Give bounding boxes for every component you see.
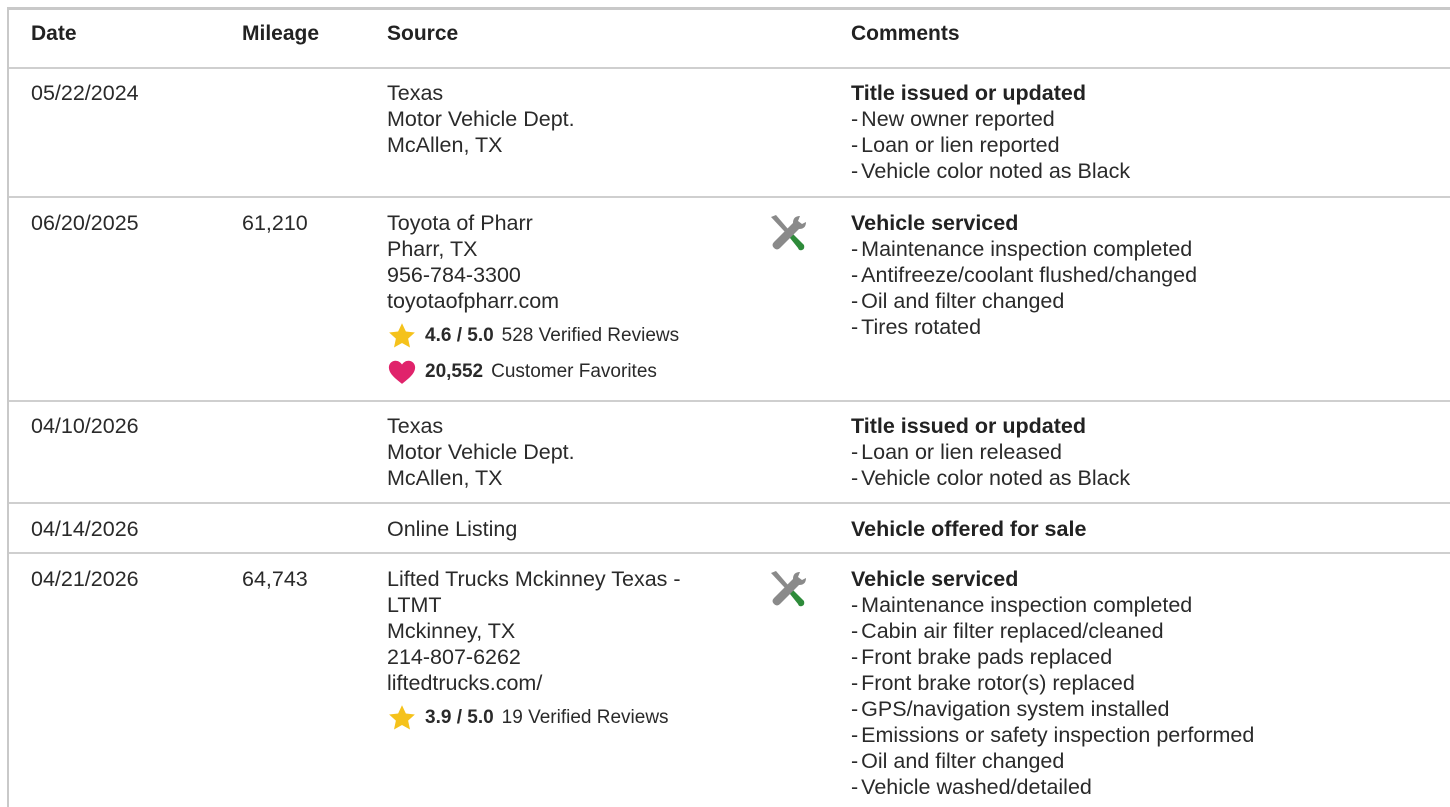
favorites-summary[interactable]: 20,552 Customer Favorites [387, 357, 679, 387]
record-source: Lifted Trucks Mckinney Texas - LTMT Mcki… [387, 566, 681, 733]
rating-reviews: 528 Verified Reviews [501, 325, 680, 346]
record-date: 06/20/2025 [31, 211, 139, 235]
comment-item: GPS/navigation system installed [851, 696, 1254, 722]
source-line: Motor Vehicle Dept. [387, 440, 575, 464]
record-date: 04/10/2026 [31, 414, 139, 438]
comment-title: Title issued or updated [851, 81, 1086, 105]
source-line: LTMT [387, 593, 442, 617]
source-line: Texas [387, 414, 444, 438]
comment-title: Vehicle offered for sale [851, 517, 1087, 541]
source-line: 214-807-6262 [387, 645, 521, 669]
comment-item: Oil and filter changed [851, 748, 1254, 774]
comment-item: Vehicle washed/detailed [851, 774, 1254, 800]
comment-item: Maintenance inspection completed [851, 236, 1197, 262]
rating-reviews: 19 Verified Reviews [501, 707, 669, 728]
header-date: Date [31, 22, 77, 45]
source-line: Toyota of Pharr [387, 211, 533, 235]
record-source: Toyota of Pharr Pharr, TX 956-784-3300 t… [387, 210, 679, 387]
source-line: McAllen, TX [387, 133, 503, 157]
rating-summary[interactable]: 3.9 / 5.0 19 Verified Reviews [387, 703, 681, 733]
comment-title: Title issued or updated [851, 414, 1086, 438]
rating-score: 3.9 / 5.0 [425, 707, 494, 728]
favorites-count: 20,552 [425, 361, 484, 382]
record-date: 04/21/2026 [31, 567, 139, 591]
source-line: McAllen, TX [387, 466, 503, 490]
comment-item: Loan or lien released [851, 439, 1130, 465]
source-line: Lifted Trucks Mckinney Texas - [387, 567, 681, 591]
favorites-label: Customer Favorites [491, 361, 657, 382]
record-comments: Vehicle offered for sale [851, 516, 1086, 542]
source-website-link[interactable]: toyotaofpharr.com [387, 288, 679, 314]
source-line: Online Listing [387, 517, 518, 541]
record-comments: Title issued or updated New owner report… [851, 80, 1130, 184]
row-divider [9, 196, 1450, 198]
comment-item: New owner reported [851, 106, 1130, 132]
source-line: Texas [387, 81, 444, 105]
comment-item: Front brake pads replaced [851, 644, 1254, 670]
source-line: 956-784-3300 [387, 263, 521, 287]
row-divider [9, 502, 1450, 504]
record-mileage: 64,743 [242, 567, 308, 591]
header-mileage: Mileage [242, 22, 320, 45]
comment-item: Front brake rotor(s) replaced [851, 670, 1254, 696]
star-icon [387, 703, 417, 733]
rating-score: 4.6 / 5.0 [425, 325, 494, 346]
comment-item: Tires rotated [851, 314, 1197, 340]
record-date: 04/14/2026 [31, 517, 139, 541]
record-date: 05/22/2024 [31, 81, 139, 105]
comment-item: Vehicle color noted as Black [851, 158, 1130, 184]
source-line: Pharr, TX [387, 237, 478, 261]
record-comments: Title issued or updated Loan or lien rel… [851, 413, 1130, 491]
row-divider [9, 400, 1450, 402]
record-mileage: 61,210 [242, 211, 308, 235]
comment-title: Vehicle serviced [851, 211, 1019, 235]
comment-item: Antifreeze/coolant flushed/changed [851, 262, 1197, 288]
comment-item: Cabin air filter replaced/cleaned [851, 618, 1254, 644]
comment-item: Maintenance inspection completed [851, 592, 1254, 618]
source-line: Motor Vehicle Dept. [387, 107, 575, 131]
comment-item: Oil and filter changed [851, 288, 1197, 314]
source-website-link[interactable]: liftedtrucks.com/ [387, 670, 681, 696]
row-divider [9, 552, 1450, 554]
record-comments: Vehicle serviced Maintenance inspection … [851, 210, 1197, 340]
comment-item: Emissions or safety inspection performed [851, 722, 1254, 748]
heart-icon [387, 357, 417, 387]
comment-title: Vehicle serviced [851, 567, 1019, 591]
star-icon [387, 321, 417, 351]
header-comments: Comments [851, 22, 960, 45]
comment-item: Loan or lien reported [851, 132, 1130, 158]
record-source: Texas Motor Vehicle Dept. McAllen, TX [387, 80, 575, 158]
record-comments: Vehicle serviced Maintenance inspection … [851, 566, 1254, 800]
comment-item: Vehicle color noted as Black [851, 465, 1130, 491]
source-line: Mckinney, TX [387, 619, 516, 643]
record-source: Online Listing [387, 516, 517, 542]
header-source: Source [387, 22, 459, 45]
row-divider [9, 67, 1450, 69]
service-tools-icon [766, 568, 808, 610]
rating-summary[interactable]: 4.6 / 5.0 528 Verified Reviews [387, 321, 679, 351]
record-source: Texas Motor Vehicle Dept. McAllen, TX [387, 413, 575, 491]
service-tools-icon [766, 212, 808, 254]
